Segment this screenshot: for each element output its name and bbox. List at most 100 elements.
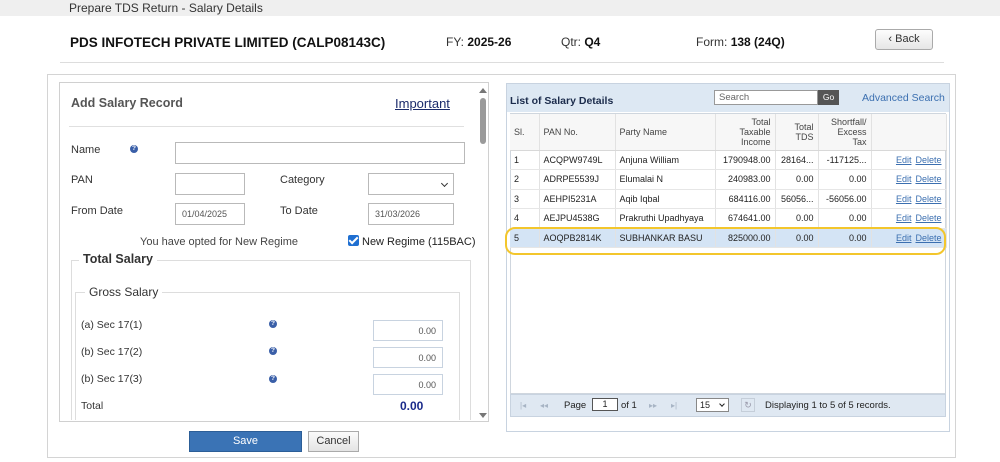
sec-17-1-label: (a) Sec 17(1) (81, 319, 143, 331)
cell-sl: 2 (510, 169, 540, 190)
form-value: 138 (24Q) (730, 35, 785, 49)
edit-link[interactable]: Edit (896, 155, 912, 165)
fy-value: 2025-26 (467, 35, 512, 49)
new-regime-checkbox[interactable] (348, 235, 359, 246)
next-page-icon[interactable]: ▸▸ (649, 395, 657, 416)
cell-party: Anjuna William (615, 150, 716, 170)
table-header-row: Sl. PAN No. Party Name Total Taxable Incom… (510, 114, 947, 151)
sec-17-3-label: (b) Sec 17(3) (81, 373, 143, 385)
gross-salary-legend: Gross Salary (85, 285, 163, 299)
refresh-icon[interactable]: ↻ (741, 398, 755, 412)
chevron-down-icon (719, 401, 725, 407)
col-party[interactable]: Party Name (615, 114, 716, 151)
form-title-divider (69, 126, 464, 127)
name-label: Name (71, 144, 101, 156)
form-field: Form: 138 (24Q) (696, 35, 785, 49)
cell-tds: 0.00 (775, 208, 819, 229)
go-button[interactable]: Go (818, 90, 839, 105)
col-sl[interactable]: Sl. (510, 114, 540, 151)
cell-pan: ACQPW9749L (539, 150, 616, 170)
edit-link[interactable]: Edit (896, 174, 912, 184)
grid-pager: |◂ ◂◂ Page 1 of 1 ▸▸ ▸| 15 ↻ Displaying … (510, 394, 946, 417)
name-input[interactable] (175, 142, 465, 164)
scroll-down-icon[interactable] (479, 413, 487, 418)
important-link[interactable]: Important (395, 96, 450, 111)
col-tds[interactable]: Total TDS (775, 114, 819, 151)
help-icon[interactable]: ? (269, 375, 277, 383)
cell-income: 684116.00 (715, 189, 776, 209)
window-title: Prepare TDS Return - Salary Details (69, 1, 263, 15)
pan-label: PAN (71, 174, 93, 186)
col-shortfall[interactable]: Shortfall/Excess Tax (818, 114, 872, 151)
sec-17-3-input[interactable]: 0.00 (373, 374, 443, 395)
sec-17-1-input[interactable]: 0.00 (373, 320, 443, 341)
total-salary-legend: Total Salary (79, 252, 157, 266)
delete-link[interactable]: Delete (915, 155, 941, 165)
cell-income: 1790948.00 (715, 150, 776, 170)
help-icon[interactable]: ? (269, 320, 277, 328)
from-date-input[interactable]: 01/04/2025 (175, 203, 245, 225)
page-size-select[interactable]: 15 (696, 398, 729, 412)
from-date-label: From Date (71, 205, 123, 217)
col-actions (871, 114, 947, 151)
cell-shortfall: -117125... (818, 150, 872, 170)
col-income[interactable]: Total Taxable Income (715, 114, 776, 151)
delete-link[interactable]: Delete (915, 194, 941, 204)
page-label: Page (564, 400, 587, 411)
table-row[interactable]: 1 ACQPW9749L Anjuna William 1790948.00 28164… (510, 150, 947, 170)
delete-link[interactable]: Delete (915, 213, 941, 223)
search-input[interactable]: Search (714, 90, 818, 105)
cell-pan: AEJPU4538G (539, 208, 616, 229)
last-page-icon[interactable]: ▸| (671, 395, 677, 416)
to-date-input[interactable]: 31/03/2026 (368, 203, 454, 225)
cell-sl: 4 (510, 208, 540, 229)
records-summary: Displaying 1 to 5 of 5 records. (765, 400, 891, 411)
help-icon[interactable]: ? (130, 145, 138, 153)
edit-link[interactable]: Edit (896, 194, 912, 204)
first-page-icon[interactable]: |◂ (520, 395, 526, 416)
to-date-label: To Date (280, 205, 318, 217)
total-label: Total (81, 400, 104, 412)
delete-link[interactable]: Delete (915, 174, 941, 184)
help-icon[interactable]: ? (269, 347, 277, 355)
window-titlebar: Prepare TDS Return - Salary Details (0, 0, 1000, 16)
list-title: List of Salary Details (510, 95, 614, 107)
col-pan[interactable]: PAN No. (539, 114, 616, 151)
cell-income: 240983.00 (715, 169, 776, 190)
cell-shortfall: 0.00 (818, 208, 872, 229)
save-button[interactable]: Save (189, 431, 302, 452)
form-title: Add Salary Record (71, 96, 183, 110)
prev-page-icon[interactable]: ◂◂ (540, 395, 548, 416)
cell-shortfall: -56056.00 (818, 189, 872, 209)
advanced-search-link[interactable]: Advanced Search (862, 92, 945, 104)
category-label: Category (280, 174, 325, 186)
scroll-up-icon[interactable] (479, 88, 487, 93)
category-select[interactable] (368, 173, 454, 195)
cancel-button[interactable]: Cancel (308, 431, 359, 452)
cell-actions: Edit Delete (871, 189, 947, 209)
scroll-thumb[interactable] (480, 98, 486, 144)
fy-field: FY: 2025-26 (446, 35, 512, 49)
table-row[interactable]: 2 ADRPE5539J Elumalai N 240983.00 0.00 0.00 Ed… (510, 169, 947, 190)
edit-link[interactable]: Edit (896, 213, 912, 223)
cell-actions: Edit Delete (871, 169, 947, 190)
cell-actions: Edit Delete (871, 208, 947, 229)
sec-17-2-input[interactable]: 0.00 (373, 347, 443, 368)
form-scrollbar[interactable] (477, 86, 489, 420)
company-name: PDS INFOTECH PRIVATE LIMITED (CALP08143C… (70, 35, 386, 50)
table-row[interactable]: 4 AEJPU4538G Prakruthi Upadhyaya 674641.00 0… (510, 208, 947, 229)
page-number-input[interactable]: 1 (592, 398, 618, 411)
total-value: 0.00 (400, 399, 424, 413)
cell-sl: 3 (510, 189, 540, 209)
cell-tds: 28164... (775, 150, 819, 170)
header-divider (60, 62, 944, 63)
new-regime-label[interactable]: New Regime (115BAC) (362, 236, 476, 248)
pan-input[interactable] (175, 173, 245, 195)
page-count: of 1 (621, 400, 637, 411)
table-row[interactable]: 3 AEHPI5231A Aqib Iqbal 684116.00 56056... -5… (510, 189, 947, 209)
cell-party: Prakruthi Upadhyaya (615, 208, 716, 229)
qtr-field: Qtr: Q4 (561, 35, 601, 49)
back-button[interactable]: ‹ Back (875, 29, 933, 50)
cell-tds: 56056... (775, 189, 819, 209)
chevron-down-icon (440, 179, 449, 188)
